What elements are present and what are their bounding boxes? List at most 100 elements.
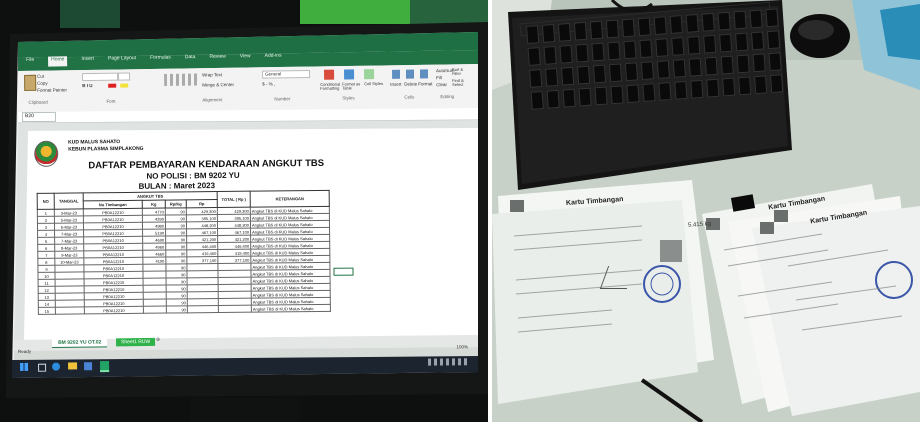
tab-formulas[interactable]: Formulas bbox=[150, 54, 171, 64]
key bbox=[733, 10, 747, 30]
key bbox=[526, 25, 540, 44]
find-select-button[interactable]: Find & Select bbox=[452, 78, 468, 87]
insert-button[interactable]: Insert bbox=[390, 82, 401, 87]
wrap-text-button[interactable]: Wrap Text bbox=[202, 72, 222, 77]
windows-start-icon[interactable] bbox=[20, 362, 29, 371]
cells-icons[interactable] bbox=[392, 69, 429, 79]
key bbox=[717, 11, 731, 31]
merge-center-button[interactable]: Merge & Center bbox=[202, 82, 234, 87]
key bbox=[770, 74, 784, 94]
key bbox=[610, 85, 624, 105]
cell-timbangan[interactable]: PB0A12210 bbox=[84, 306, 144, 314]
company-line-2: KEBUN PLASMA SIMPLAKONG bbox=[68, 145, 144, 153]
task-view-icon[interactable] bbox=[38, 363, 47, 372]
styles-group-label: Styles bbox=[342, 95, 355, 101]
sheet-tab-active[interactable]: BM 9202 YU OT.02 bbox=[52, 338, 108, 348]
tab-data[interactable]: Data bbox=[185, 54, 196, 64]
key bbox=[669, 15, 683, 34]
key bbox=[722, 77, 736, 97]
tab-page-layout[interactable]: Page Layout bbox=[108, 55, 136, 65]
col-header-keterangan: KETERANGAN bbox=[250, 190, 330, 208]
delete-button[interactable]: Delete bbox=[404, 81, 417, 86]
alignment-group-label: Alignment bbox=[202, 97, 223, 103]
tab-review[interactable]: Review bbox=[209, 54, 226, 64]
key bbox=[719, 33, 733, 53]
key bbox=[527, 47, 541, 66]
format-as-table-button[interactable]: Format as Table bbox=[342, 81, 362, 90]
format-as-table-icon[interactable] bbox=[343, 69, 355, 80]
conditional-formatting-icon[interactable] bbox=[323, 69, 335, 80]
tab-home[interactable]: Home bbox=[48, 56, 68, 67]
sheet-tab-2[interactable]: Sheet1 RUW bbox=[116, 337, 156, 347]
cell-styles-button[interactable]: Cell Styles bbox=[364, 81, 384, 86]
key bbox=[735, 32, 749, 52]
cell-rp[interactable] bbox=[187, 305, 219, 313]
fill-button[interactable]: Fill bbox=[436, 75, 442, 80]
font-name-box[interactable] bbox=[82, 72, 119, 82]
key bbox=[738, 76, 752, 96]
system-tray bbox=[428, 358, 469, 366]
key bbox=[573, 21, 588, 41]
number-format-select[interactable]: General bbox=[262, 69, 311, 79]
key bbox=[750, 31, 765, 51]
cell-kg[interactable] bbox=[143, 306, 167, 314]
key bbox=[640, 61, 655, 81]
sort-filter-button[interactable]: Sort & Filter bbox=[452, 67, 466, 76]
clipboard-group: Cut Copy Format Painter Clipboard bbox=[24, 72, 67, 105]
nopol-line: NO POLISI : BM 9202 YU bbox=[146, 170, 240, 181]
format-painter-button[interactable]: Format Painter bbox=[37, 87, 67, 92]
col-header-rpkg: Rp/Kg bbox=[165, 199, 187, 209]
paste-icon[interactable] bbox=[24, 74, 37, 91]
key bbox=[546, 89, 560, 109]
col-header-kg: Kg bbox=[142, 200, 166, 209]
monitor-photo: File Home Insert Page Layout Formulas Da… bbox=[0, 0, 488, 422]
cell-tanggal[interactable] bbox=[55, 306, 85, 315]
clear-button[interactable]: Clear bbox=[436, 82, 447, 87]
tab-insert[interactable]: Insert bbox=[81, 56, 94, 66]
format-button[interactable]: Format bbox=[418, 81, 432, 86]
tab-file[interactable]: File bbox=[26, 57, 34, 67]
zoom-level: 100% bbox=[456, 344, 469, 350]
cell-total[interactable] bbox=[218, 305, 252, 313]
key bbox=[766, 30, 781, 50]
key bbox=[752, 53, 766, 73]
font-size-box[interactable] bbox=[118, 72, 131, 81]
key bbox=[530, 91, 544, 110]
key bbox=[706, 78, 720, 98]
key bbox=[543, 45, 557, 65]
key bbox=[736, 54, 750, 74]
store-icon[interactable] bbox=[84, 362, 93, 371]
company-line-1: KUD MALUS SAHATO bbox=[68, 139, 121, 146]
name-box[interactable]: B20 bbox=[21, 111, 57, 123]
key bbox=[624, 62, 639, 82]
cut-button[interactable]: Cut bbox=[37, 74, 44, 79]
number-group-label: Number bbox=[274, 96, 291, 102]
key bbox=[653, 16, 667, 36]
font-color-icon[interactable] bbox=[108, 83, 117, 88]
currency-percent-icons[interactable]: $ - % , bbox=[262, 81, 275, 86]
key bbox=[591, 42, 605, 62]
bold-italic-underline[interactable]: B I U bbox=[82, 83, 92, 88]
excel-taskbar-icon[interactable] bbox=[100, 361, 110, 373]
copy-button[interactable]: Copy bbox=[37, 81, 48, 86]
conditional-formatting-button[interactable]: Conditional Formatting bbox=[320, 82, 340, 91]
cell-rpkg[interactable]: 90 bbox=[166, 305, 188, 314]
add-sheet-icon[interactable]: ⊕ bbox=[156, 337, 160, 343]
cell-styles-icon[interactable] bbox=[363, 69, 375, 80]
selected-cell[interactable] bbox=[333, 267, 354, 276]
status-ready: Ready bbox=[18, 348, 32, 354]
tab-view[interactable]: View bbox=[240, 53, 251, 63]
key bbox=[703, 34, 717, 54]
key bbox=[639, 39, 653, 59]
file-explorer-icon[interactable] bbox=[68, 362, 78, 370]
key bbox=[623, 40, 637, 60]
key bbox=[701, 12, 715, 32]
col-header-tanggal: TANGGAL bbox=[54, 192, 84, 210]
fill-color-icon[interactable] bbox=[120, 83, 129, 88]
edge-icon[interactable] bbox=[52, 362, 61, 371]
align-icons[interactable] bbox=[164, 73, 199, 87]
cell-no[interactable]: 15 bbox=[38, 307, 56, 315]
key bbox=[642, 83, 656, 102]
cell-keterangan[interactable]: Angkut TBS di KUD Malus Sahato bbox=[251, 304, 331, 313]
tab-add-ins[interactable]: Add-ins bbox=[265, 53, 282, 63]
